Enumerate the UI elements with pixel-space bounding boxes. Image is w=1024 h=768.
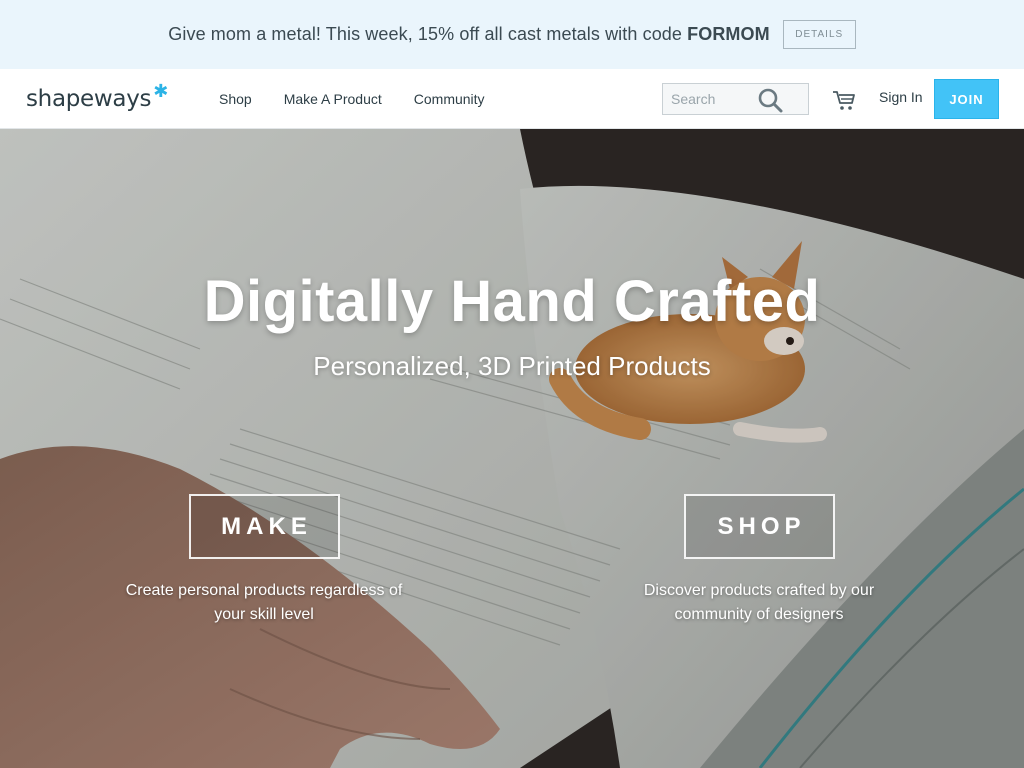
shop-description: Discover products crafted by our communi…	[643, 582, 875, 623]
search-input[interactable]	[663, 84, 763, 114]
logo[interactable]: shapeways ✱	[26, 82, 168, 112]
promo-message: Give mom a metal! This week, 15% off all…	[168, 24, 688, 44]
hero-title: Digitally Hand Crafted	[203, 269, 821, 334]
nav-link-shop[interactable]: Shop	[219, 91, 252, 107]
shop-button[interactable]: SHOP	[684, 494, 835, 559]
make-description: Create personal products regardless of y…	[125, 582, 403, 623]
join-button[interactable]: JOIN	[934, 79, 999, 119]
sign-in-link[interactable]: Sign In	[879, 89, 923, 105]
hero-overlay	[0, 129, 1024, 768]
hero-subtitle: Personalized, 3D Printed Products	[313, 351, 711, 381]
details-button[interactable]: DETAILS	[782, 20, 856, 49]
search-icon[interactable]	[757, 87, 784, 114]
top-nav: shapeways ✱ Shop Make A Product Communit…	[0, 69, 1024, 129]
promo-banner: Give mom a metal! This week, 15% off all…	[0, 0, 1024, 69]
search-box	[662, 83, 809, 115]
promo-code: FORMOM	[687, 24, 770, 44]
logo-text: shapeways	[26, 86, 152, 112]
nav-links: Shop Make A Product Community	[219, 69, 517, 129]
cart-icon[interactable]	[832, 88, 856, 112]
logo-star-icon: ✱	[153, 81, 169, 101]
nav-link-community[interactable]: Community	[414, 91, 485, 107]
make-button[interactable]: MAKE	[189, 494, 340, 559]
hero-section: Digitally Hand Crafted Personalized, 3D …	[0, 129, 1024, 768]
nav-link-make-a-product[interactable]: Make A Product	[284, 91, 382, 107]
promo-text: Give mom a metal! This week, 15% off all…	[168, 24, 769, 45]
